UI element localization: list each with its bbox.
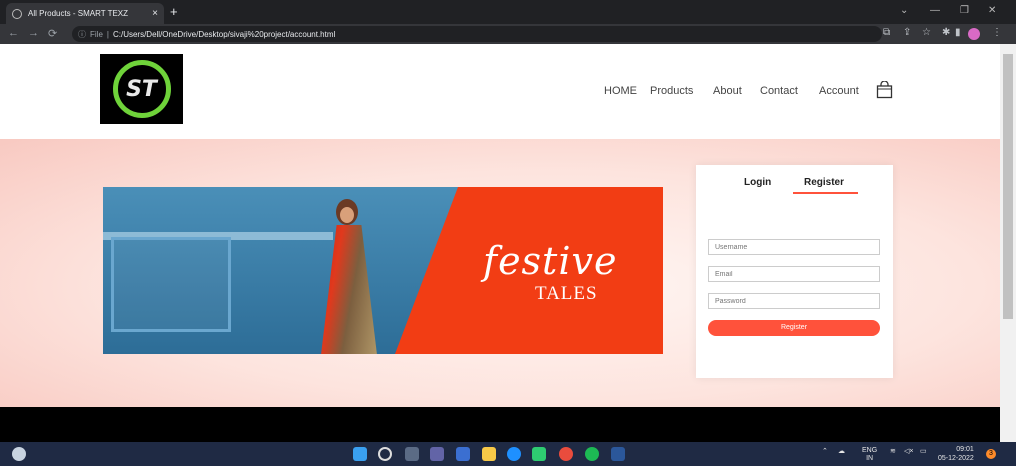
cloud-icon[interactable]: ☁: [838, 447, 845, 455]
address-bar[interactable]: ⓘ File | C:/Users/Dell/OneDrive/Desktop/…: [72, 26, 882, 42]
nav-contact[interactable]: Contact: [760, 85, 798, 97]
nav-products[interactable]: Products: [650, 85, 693, 97]
system-clock[interactable]: 09:01 05-12-2022: [938, 445, 974, 463]
windows-start-icon[interactable]: [353, 447, 367, 461]
site-header: ST HOME Products About Contact Account: [0, 44, 1000, 139]
browser-tabbar: All Products - SMART TEXZ × + ⌄ — ❐ ✕: [0, 0, 1016, 24]
page-scrollbar[interactable]: [1000, 44, 1016, 442]
side-panel-icon[interactable]: ▮: [955, 27, 961, 38]
profile-avatar[interactable]: [968, 28, 980, 40]
tray-chevron-icon[interactable]: ⌃: [822, 447, 828, 455]
url-text: C:/Users/Dell/OneDrive/Desktop/sivaji%20…: [112, 29, 336, 39]
email-field[interactable]: [708, 266, 880, 282]
os-taskbar: ⌃ ☁ ENG IN ≋ ◁× ▭ 09:01 05-12-2022 3: [0, 442, 1016, 466]
account-form-card: Login Register Register: [696, 165, 893, 378]
logo-mark: ST: [112, 60, 171, 118]
register-button[interactable]: Register: [708, 320, 880, 336]
weather-icon[interactable]: [12, 447, 26, 461]
banner-headline: festive: [483, 239, 618, 283]
edge-icon[interactable]: [507, 447, 521, 461]
tab-close-button[interactable]: ×: [152, 8, 158, 19]
username-field[interactable]: [708, 239, 880, 255]
site-logo[interactable]: ST: [100, 54, 183, 124]
back-icon[interactable]: ←: [8, 27, 19, 39]
chrome-icon[interactable]: [559, 447, 573, 461]
model-figure: [298, 197, 388, 354]
widgets-icon[interactable]: [456, 447, 470, 461]
web-page: ST HOME Products About Contact Account f…: [0, 44, 1000, 442]
nav-account[interactable]: Account: [819, 85, 859, 97]
search-icon[interactable]: [378, 447, 392, 461]
forward-icon[interactable]: →: [28, 27, 39, 39]
festive-banner-image: festive TALES: [103, 187, 663, 354]
scrollbar-thumb[interactable]: [1003, 54, 1013, 319]
tab-title: All Products - SMART TEXZ: [28, 9, 129, 18]
site-footer: [0, 407, 1000, 442]
language-indicator[interactable]: ENG IN: [862, 447, 877, 463]
bookmark-star-icon[interactable]: ☆: [922, 27, 931, 38]
translate-icon[interactable]: ⧉: [883, 27, 890, 38]
chat-icon[interactable]: [430, 447, 444, 461]
volume-icon[interactable]: ◁×: [904, 447, 913, 455]
password-field[interactable]: [708, 293, 880, 309]
share-icon[interactable]: ⇪: [903, 27, 911, 38]
word-icon[interactable]: [611, 447, 625, 461]
spotify-icon[interactable]: [585, 447, 599, 461]
browser-toolbar: ← → ⟳ ⓘ File | C:/Users/Dell/OneDrive/De…: [0, 24, 1016, 44]
cart-bag-icon[interactable]: [876, 81, 893, 99]
browser-tab[interactable]: All Products - SMART TEXZ ×: [6, 3, 164, 24]
task-view-icon[interactable]: [405, 447, 419, 461]
banner-subline: TALES: [535, 283, 598, 304]
wifi-icon[interactable]: ≋: [890, 447, 896, 455]
active-tab-indicator: [793, 192, 858, 194]
notification-badge[interactable]: 3: [986, 449, 996, 459]
restore-icon[interactable]: ❐: [960, 5, 969, 16]
tab-login[interactable]: Login: [744, 177, 771, 188]
minimize-icon[interactable]: —: [930, 5, 940, 16]
tab-search-icon[interactable]: ⌄: [900, 5, 908, 16]
store-icon[interactable]: [532, 447, 546, 461]
reload-icon[interactable]: ⟳: [48, 27, 57, 40]
nav-about[interactable]: About: [713, 85, 742, 97]
nav-home[interactable]: HOME: [604, 85, 637, 97]
file-explorer-icon[interactable]: [482, 447, 496, 461]
battery-icon[interactable]: ▭: [920, 447, 927, 455]
window-close-icon[interactable]: ✕: [988, 5, 996, 16]
hero-section: festive TALES Login Register Register: [0, 139, 1000, 407]
menu-kebab-icon[interactable]: ⋮: [992, 27, 1002, 38]
globe-icon: [12, 8, 22, 19]
tab-register[interactable]: Register: [804, 177, 844, 188]
extensions-icon[interactable]: ✱: [942, 27, 950, 38]
info-icon[interactable]: ⓘ: [78, 29, 86, 40]
new-tab-button[interactable]: +: [170, 4, 178, 19]
url-scheme: File: [90, 29, 103, 39]
